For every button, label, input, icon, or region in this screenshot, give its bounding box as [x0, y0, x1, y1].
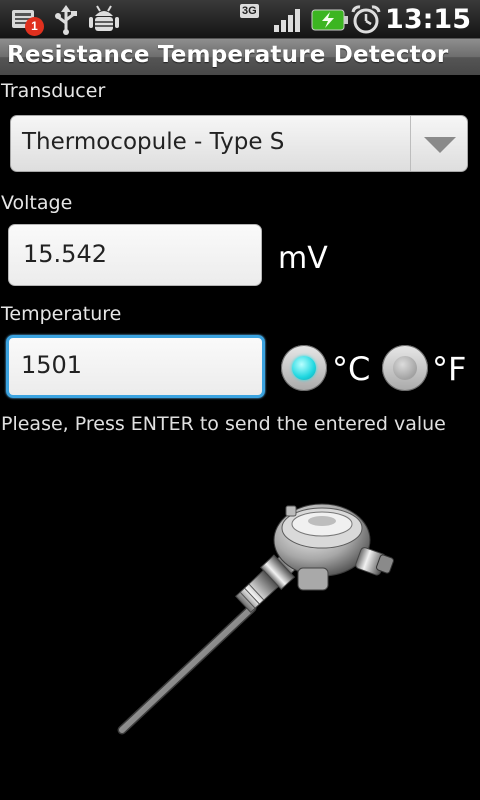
transducer-selected-value: Thermocopule - Type S: [22, 129, 285, 155]
temperature-input[interactable]: 1501: [6, 335, 265, 398]
thermocouple-sensor-image: [117, 503, 394, 735]
voltage-value: 15.542: [23, 240, 107, 268]
notification-count-badge: 1: [25, 17, 44, 36]
dropdown-divider: [410, 116, 411, 171]
chevron-down-icon: [424, 137, 456, 153]
alarm-clock-icon: [351, 5, 381, 34]
enter-hint-text: Please, Press ENTER to send the entered …: [1, 413, 446, 435]
usb-icon: [55, 5, 77, 35]
status-bar: 1 3G 13:15: [0, 0, 480, 39]
radio-unselected-dot: [393, 356, 417, 380]
transducer-dropdown[interactable]: Thermocopule - Type S: [10, 115, 468, 172]
celsius-radio[interactable]: [281, 345, 327, 391]
network-type-label: 3G: [240, 4, 259, 18]
voltage-unit-label: mV: [278, 241, 328, 276]
app-title: Resistance Temperature Detector: [7, 42, 449, 68]
voltage-input[interactable]: 15.542: [8, 224, 262, 286]
status-time: 13:15: [385, 4, 471, 35]
android-debug-icon: [89, 5, 119, 31]
temperature-label: Temperature: [1, 303, 122, 325]
voltage-label: Voltage: [1, 192, 73, 214]
temperature-value: 1501: [21, 351, 83, 379]
transducer-label: Transducer: [1, 80, 106, 102]
celsius-label[interactable]: °C: [332, 350, 370, 388]
fahrenheit-label[interactable]: °F: [432, 350, 466, 388]
battery-charging-icon: [311, 9, 348, 31]
fahrenheit-radio[interactable]: [382, 345, 428, 391]
title-bar: Resistance Temperature Detector: [0, 39, 480, 75]
radio-selected-dot: [292, 356, 316, 380]
signal-icon: [274, 9, 300, 32]
